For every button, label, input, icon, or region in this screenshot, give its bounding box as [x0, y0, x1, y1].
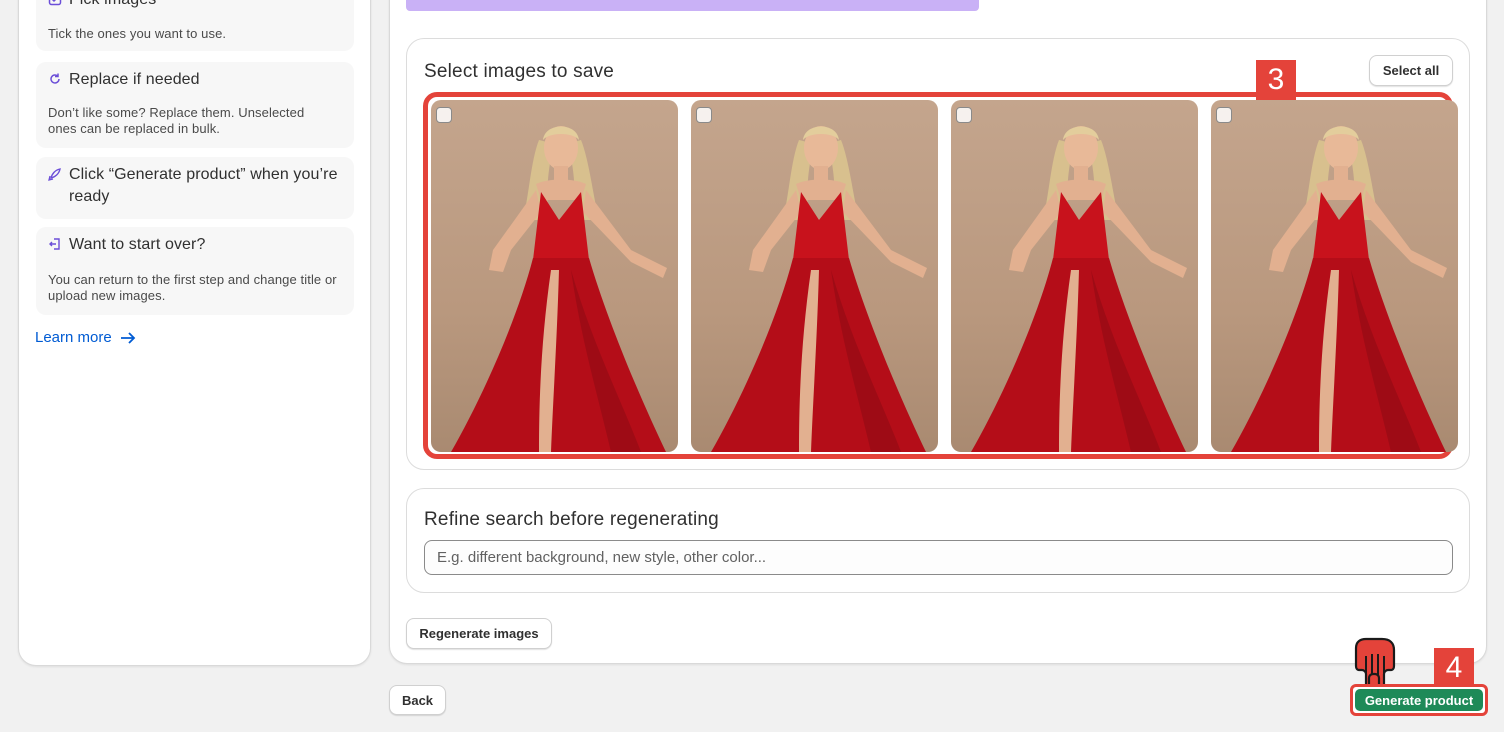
product-image-thumbnail[interactable] — [951, 100, 1198, 452]
generate-product-button[interactable]: Generate product — [1355, 689, 1483, 711]
step-pick-images: Pick images Tick the ones you want to us… — [36, 0, 354, 51]
generate-product-highlight: Generate product — [1350, 684, 1488, 716]
model-red-dress-image — [451, 126, 667, 452]
info-banner — [406, 0, 979, 11]
arrow-right-icon — [120, 331, 135, 344]
product-image-thumbnail[interactable] — [1211, 100, 1458, 452]
refine-title: Refine search before regenerating — [424, 509, 719, 530]
image-select-checkbox[interactable] — [956, 107, 972, 123]
help-sidebar: Pick images Tick the ones you want to us… — [18, 0, 371, 666]
learn-more-link[interactable]: Learn more — [35, 329, 136, 346]
step-badge-3: 3 — [1256, 60, 1296, 100]
main-panel: Select images to save Select all Refine … — [389, 0, 1487, 664]
product-image-thumbnail[interactable] — [431, 100, 678, 452]
select-all-button[interactable]: Select all — [1369, 55, 1453, 86]
model-red-dress-image — [971, 126, 1187, 452]
checklist-icon — [48, 0, 62, 6]
exit-icon — [49, 238, 60, 250]
learn-more-label[interactable]: Learn more — [35, 329, 112, 346]
step-description: You can return to the first step and cha… — [48, 272, 337, 303]
step-title: Click “Generate product” when you’re rea… — [69, 166, 338, 205]
step-badge-4: 4 — [1434, 648, 1474, 688]
refresh-icon — [50, 73, 60, 84]
model-red-dress-image — [1231, 126, 1447, 452]
step-description: Don’t like some? Replace them. Unselecte… — [48, 105, 305, 136]
model-red-dress-image — [711, 126, 927, 452]
select-images-title: Select images to save — [424, 61, 615, 82]
refine-search-input[interactable] — [424, 540, 1453, 575]
image-select-checkbox[interactable] — [436, 107, 452, 123]
rocket-icon — [48, 168, 61, 181]
regenerate-images-button[interactable]: Regenerate images — [406, 618, 552, 649]
back-button[interactable]: Back — [389, 685, 446, 715]
select-images-card: Select images to save Select all — [406, 38, 1470, 470]
step-description: Tick the ones you want to use. — [48, 26, 227, 41]
step-title: Replace if needed — [69, 71, 200, 88]
product-image-thumbnail[interactable] — [691, 100, 938, 452]
image-grid — [423, 92, 1458, 459]
step-start-over: Want to start over? You can return to th… — [36, 227, 354, 315]
step-replace: Replace if needed Don’t like some? Repla… — [36, 62, 354, 148]
image-select-checkbox[interactable] — [1216, 107, 1232, 123]
image-select-checkbox[interactable] — [696, 107, 712, 123]
refine-search-card: Refine search before regenerating — [406, 488, 1470, 593]
step-title: Pick images — [69, 0, 156, 11]
step-generate: Click “Generate product” when you’re rea… — [36, 157, 354, 219]
step-title: Want to start over? — [69, 236, 206, 253]
